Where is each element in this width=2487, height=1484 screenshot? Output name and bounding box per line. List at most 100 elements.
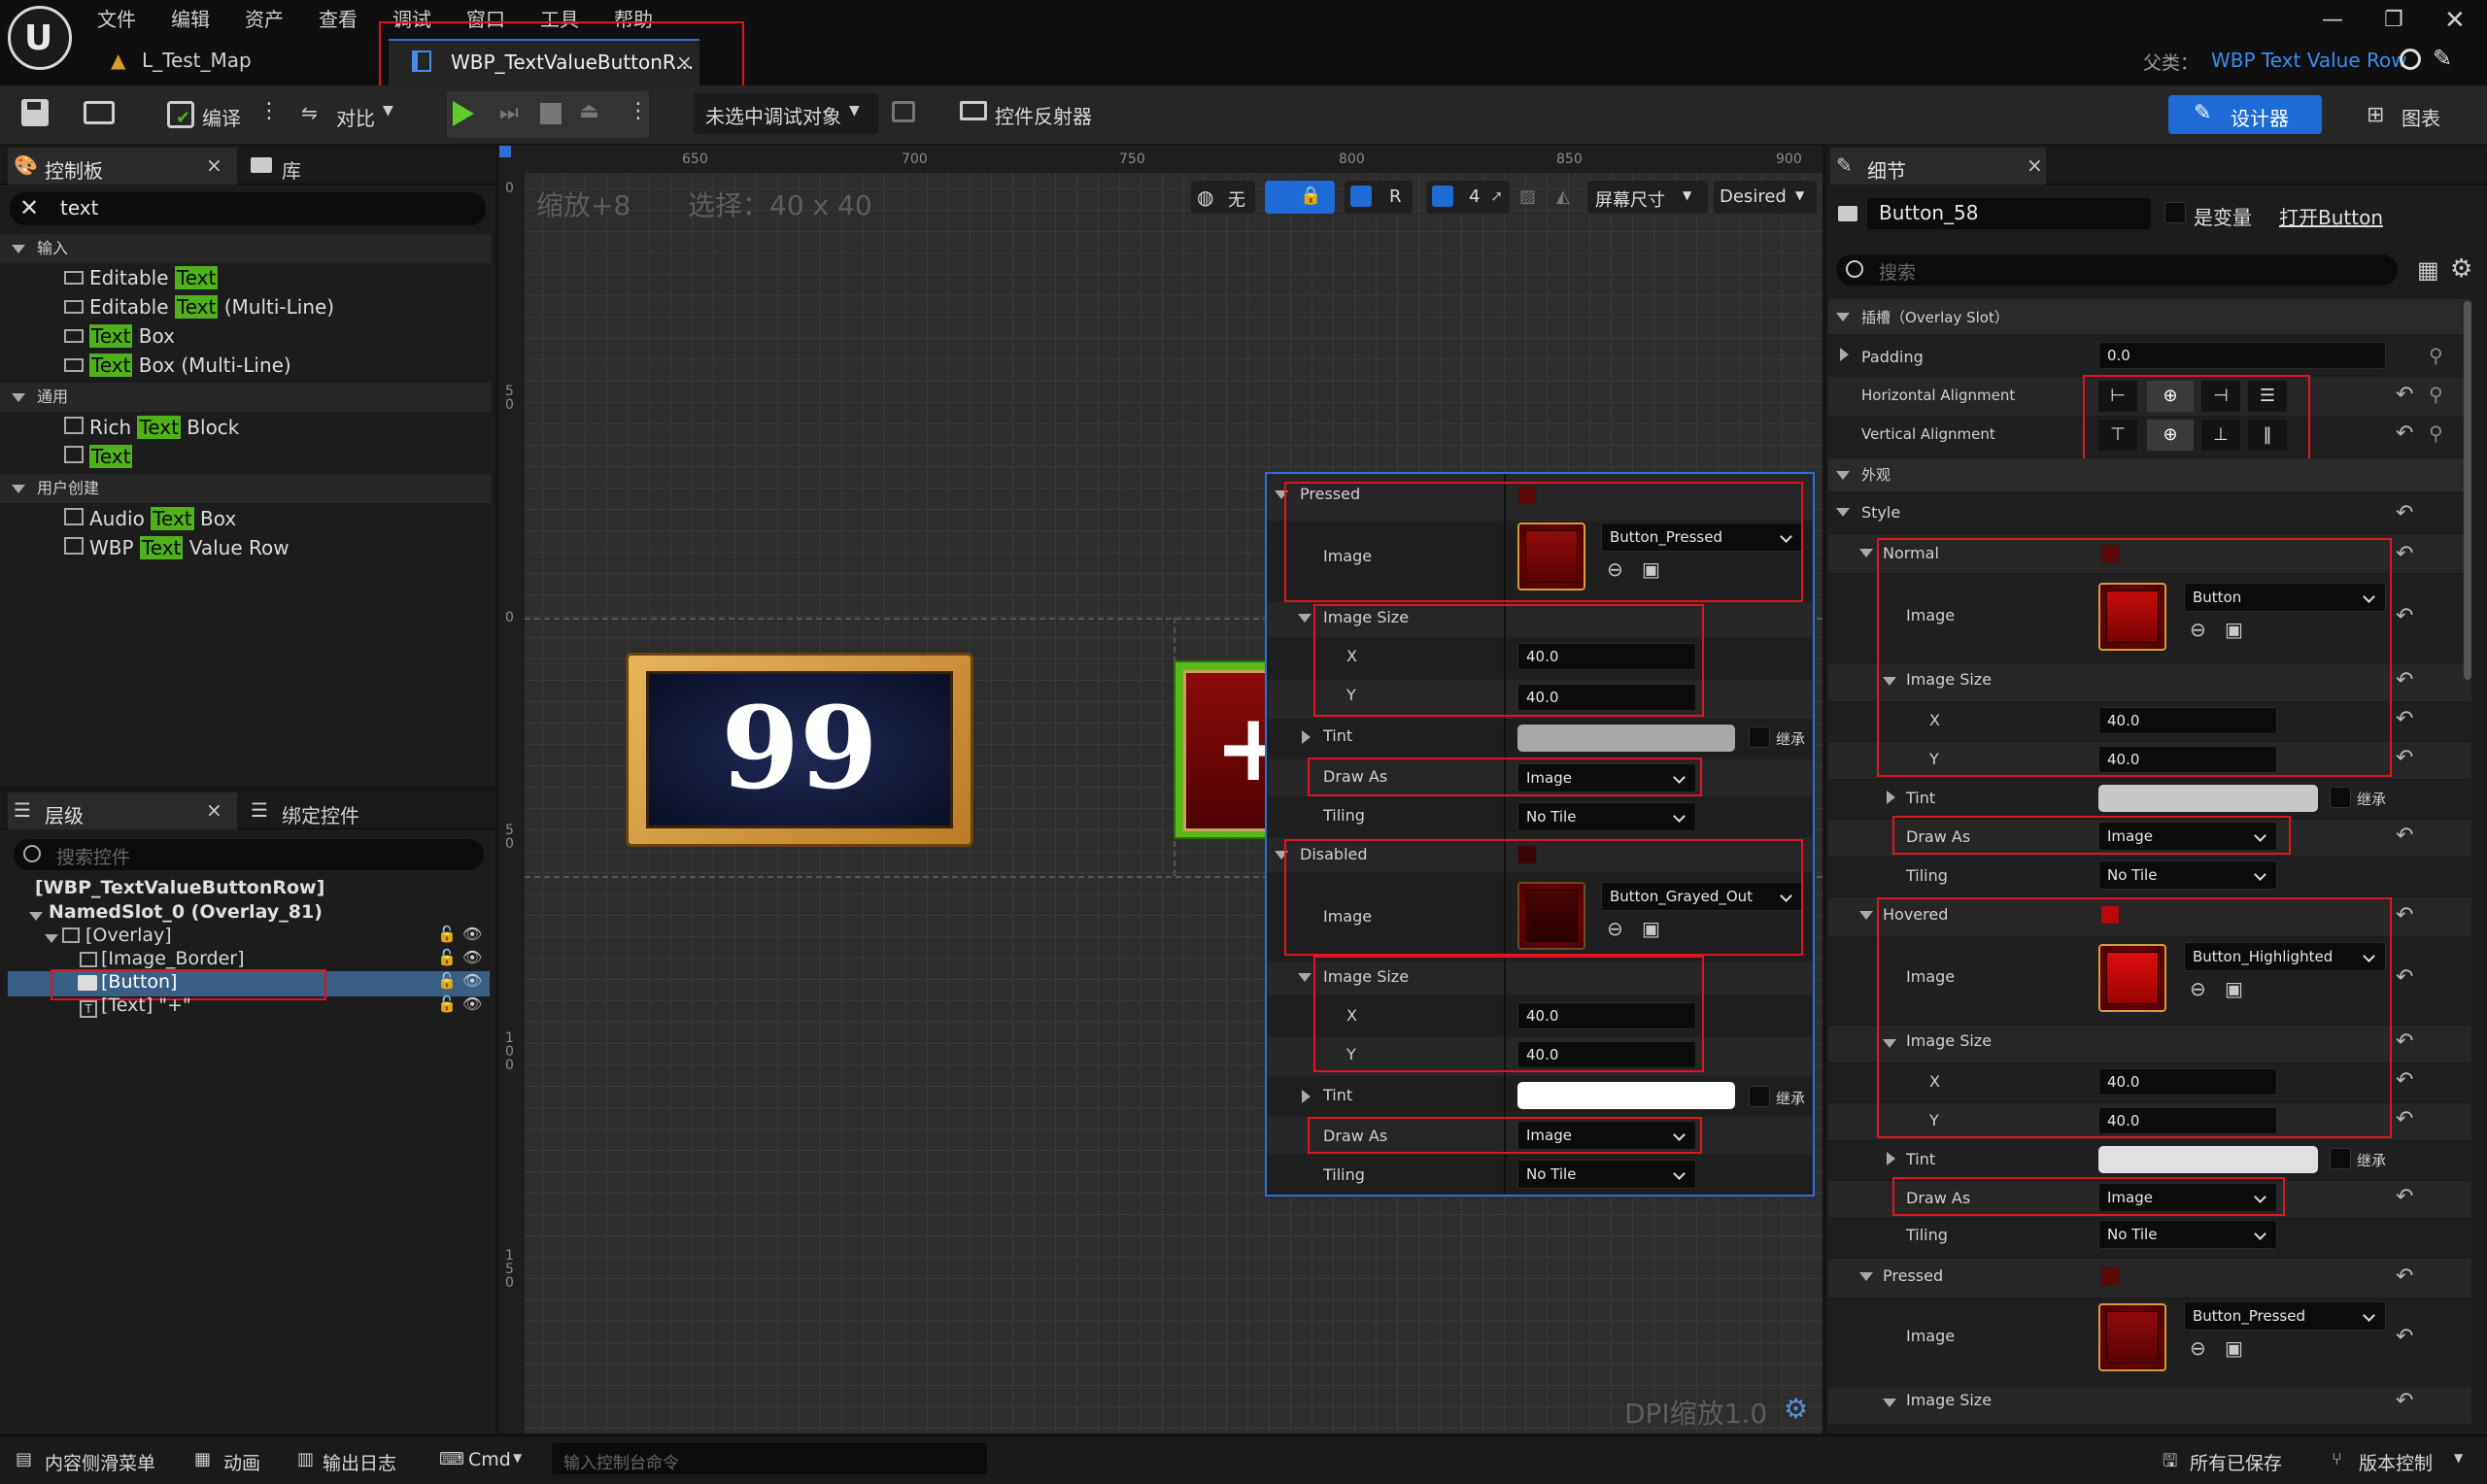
details-pressed-image-thumbnail[interactable] bbox=[2098, 1303, 2166, 1371]
widget-tab[interactable]: WBP_TextValueButtonR... × bbox=[389, 39, 699, 85]
close-hierarchy-icon[interactable]: × bbox=[206, 798, 222, 822]
restore-button[interactable]: ❐ bbox=[2384, 8, 2403, 32]
play-button[interactable] bbox=[453, 101, 474, 126]
palette-item-text-box[interactable]: Text Box bbox=[64, 324, 472, 352]
reset-icon[interactable]: ↶ bbox=[2396, 1029, 2413, 1054]
use-selected-icon[interactable]: ⊖ bbox=[2190, 977, 2206, 1000]
unreal-logo-icon[interactable]: U bbox=[8, 6, 72, 70]
palette-item-text-box-multiline[interactable]: Text Box (Multi-Line) bbox=[64, 354, 472, 381]
details-search-input[interactable]: 搜索 bbox=[1836, 254, 2398, 286]
debug-filter-icon[interactable] bbox=[892, 101, 915, 122]
content-drawer-button[interactable]: ▤ 内容侧滑菜单 bbox=[12, 1443, 167, 1476]
edit-icon[interactable]: ✎ bbox=[2433, 45, 2452, 72]
preview-icon[interactable]: ◭ bbox=[1556, 186, 1570, 207]
hovered-draw-as-select[interactable]: Image bbox=[2098, 1183, 2277, 1212]
respect-locks-toggle[interactable]: R bbox=[1345, 181, 1413, 214]
compile-button[interactable]: ✔ 编译 bbox=[163, 93, 270, 136]
open-button-link[interactable]: 打开Button bbox=[2279, 202, 2383, 230]
section-user-created[interactable]: 用户创建 bbox=[0, 474, 492, 503]
parent-class-link[interactable]: WBP Text Value Row bbox=[2211, 49, 2407, 72]
hovered-size-x-input[interactable]: 40.0 bbox=[2098, 1068, 2277, 1096]
inherit-checkbox[interactable] bbox=[2330, 1148, 2351, 1169]
browse-asset-icon[interactable]: ▣ bbox=[2225, 618, 2243, 641]
pressed-color-swatch[interactable] bbox=[1517, 486, 1537, 505]
dpi-settings-gear-icon[interactable]: ⚙ bbox=[1784, 1393, 1808, 1425]
reset-icon[interactable]: ↶ bbox=[2396, 542, 2413, 566]
hovered-tint-swatch[interactable] bbox=[2098, 1146, 2318, 1173]
tree-node-button[interactable]: [Button] bbox=[101, 971, 177, 993]
disabled-draw-as-select[interactable]: Image bbox=[1517, 1121, 1696, 1150]
disabled-size-x-input[interactable]: 40.0 bbox=[1517, 1002, 1696, 1029]
menu-window[interactable]: 窗口 bbox=[466, 4, 505, 32]
inherit-checkbox[interactable] bbox=[1749, 726, 1770, 748]
palette-item-editable-text-multiline[interactable]: Editable Text (Multi-Line) bbox=[64, 295, 472, 322]
menu-asset[interactable]: 资产 bbox=[245, 4, 284, 32]
inherit-checkbox[interactable] bbox=[1749, 1086, 1770, 1107]
reset-icon[interactable]: ↶ bbox=[2396, 707, 2413, 731]
valign-bottom-button[interactable]: ⊥ bbox=[2201, 420, 2240, 451]
reset-icon[interactable]: ↶ bbox=[2396, 501, 2413, 525]
world-toggle[interactable]: ◍ 无 bbox=[1191, 181, 1255, 214]
palette-tab[interactable]: 🎨 控制板 × bbox=[8, 148, 237, 185]
browse-icon[interactable] bbox=[84, 101, 115, 124]
console-command-input[interactable]: 输入控制台命令 bbox=[552, 1443, 987, 1474]
browse-asset-icon[interactable]: ▣ bbox=[1642, 917, 1660, 940]
eject-icon[interactable]: ⏏ bbox=[579, 99, 599, 123]
reset-icon[interactable]: ↶ bbox=[2396, 746, 2413, 770]
is-variable-checkbox[interactable] bbox=[2164, 202, 2186, 223]
pressed-image-thumbnail[interactable] bbox=[1517, 523, 1585, 590]
hovered-image-thumbnail[interactable] bbox=[2098, 944, 2166, 1012]
property-matrix-icon[interactable]: ▦ bbox=[2417, 256, 2439, 284]
settings-gear-icon[interactable]: ⚙ bbox=[2450, 254, 2472, 284]
reset-icon[interactable]: ↶ bbox=[2396, 965, 2413, 990]
output-log-button[interactable]: ▥ 输出日志 bbox=[293, 1443, 410, 1476]
tree-node-root[interactable]: [WBP_TextValueButtonRow] bbox=[35, 877, 324, 898]
normal-image-select[interactable]: Button bbox=[2184, 583, 2386, 612]
graph-button[interactable]: ⊞ 图表 bbox=[2361, 95, 2458, 134]
reset-icon[interactable]: ↶ bbox=[2396, 604, 2413, 628]
details-tab[interactable]: ✎ 细节 × bbox=[1830, 148, 2046, 185]
reset-icon[interactable]: ↶ bbox=[2396, 1265, 2413, 1289]
palette-item-audio-text-box[interactable]: Audio Text Box bbox=[64, 507, 472, 534]
reset-icon[interactable]: ↶ bbox=[2396, 903, 2413, 928]
menu-debug[interactable]: 调试 bbox=[392, 4, 431, 32]
reset-icon[interactable]: ↶ bbox=[2396, 1185, 2413, 1209]
pressed-image-select[interactable]: Button_Pressed bbox=[1601, 523, 1803, 552]
hovered-tiling-select[interactable]: No Tile bbox=[2098, 1220, 2277, 1249]
use-selected-icon[interactable]: ⊖ bbox=[2190, 618, 2206, 641]
hierarchy-search-input[interactable]: 搜索控件 bbox=[14, 839, 484, 870]
animation-button[interactable]: ▦ 动画 bbox=[190, 1443, 288, 1476]
visibility-eye-icon[interactable]: 👁 bbox=[462, 995, 482, 1013]
lock-toggle[interactable]: 🔒 bbox=[1265, 181, 1335, 214]
reset-icon[interactable]: ↶ bbox=[2396, 1107, 2413, 1131]
normal-tint-swatch[interactable] bbox=[2098, 785, 2318, 812]
halign-left-button[interactable]: ⊢ bbox=[2098, 381, 2137, 412]
stop-icon[interactable] bbox=[540, 103, 562, 124]
lock-icon[interactable]: 🔓 bbox=[437, 925, 457, 943]
normal-color-swatch[interactable] bbox=[2100, 544, 2120, 563]
close-details-icon[interactable]: × bbox=[2027, 153, 2043, 177]
menu-help[interactable]: 帮助 bbox=[614, 4, 653, 32]
pressed-size-y-input[interactable]: 40.0 bbox=[1517, 684, 1696, 711]
reset-icon[interactable]: ↶ bbox=[2396, 1389, 2413, 1413]
hierarchy-tab[interactable]: ☰ 层级 × bbox=[8, 793, 237, 829]
step-icon[interactable]: ⏭ bbox=[499, 101, 519, 125]
library-tab[interactable]: 库 bbox=[247, 148, 363, 185]
browse-asset-icon[interactable]: ▣ bbox=[1642, 557, 1660, 581]
reset-icon[interactable]: ↶ bbox=[2396, 1325, 2413, 1349]
section-common[interactable]: 通用 bbox=[0, 383, 492, 412]
use-selected-icon[interactable]: ⊖ bbox=[1607, 917, 1623, 940]
reset-icon[interactable]: ↶ bbox=[2396, 824, 2413, 848]
designer-button[interactable]: ✎ 设计器 bbox=[2168, 95, 2322, 134]
hovered-size-y-input[interactable]: 40.0 bbox=[2098, 1107, 2277, 1134]
reset-icon[interactable]: ↶ bbox=[2396, 668, 2413, 692]
widget-reflector-button[interactable]: 控件反射器 bbox=[956, 93, 1111, 134]
version-control-button[interactable]: ⑂ 版本控制 ▼ bbox=[2328, 1443, 2473, 1476]
search-icon[interactable] bbox=[2400, 49, 2421, 70]
valign-top-button[interactable]: ⊤ bbox=[2098, 420, 2137, 451]
minimize-button[interactable]: — bbox=[2322, 8, 2343, 32]
normal-size-y-input[interactable]: 40.0 bbox=[2098, 746, 2277, 773]
compile-options-icon[interactable]: ⋮ bbox=[258, 99, 280, 123]
disabled-image-select[interactable]: Button_Grayed_Out bbox=[1601, 882, 1803, 911]
details-scrollbar[interactable] bbox=[2464, 301, 2471, 680]
